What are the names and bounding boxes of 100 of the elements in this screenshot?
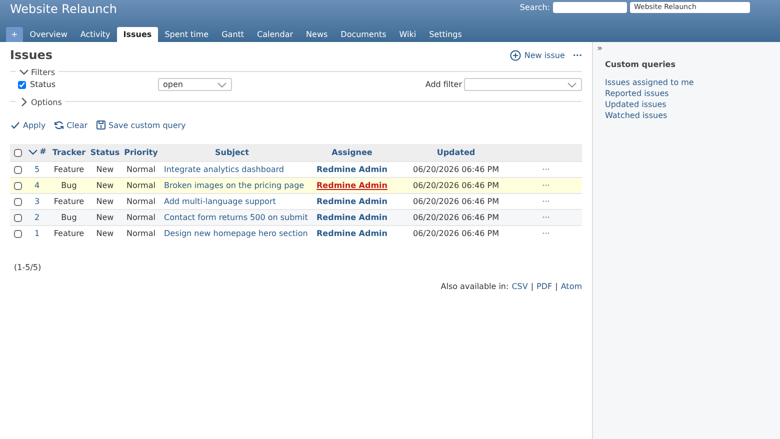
add-filter-label: Add filter <box>425 80 462 89</box>
table-cell: Normal <box>126 165 156 174</box>
table-cell: Normal <box>126 181 156 190</box>
column-header[interactable]: Subject <box>215 148 249 157</box>
sidebar-link[interactable]: Reported issues <box>605 88 776 99</box>
export-link[interactable]: CSV <box>512 282 528 291</box>
row-menu-button[interactable]: ··· <box>542 229 550 238</box>
tab[interactable]: Wiki <box>393 27 422 42</box>
table-cell: 06/20/2026 06:46 PM <box>413 197 499 206</box>
issue-id-link[interactable]: 2 <box>34 213 40 222</box>
tab[interactable]: News <box>300 27 334 42</box>
new-issue-link[interactable]: New issue <box>510 50 565 60</box>
status-select[interactable]: open <box>158 78 232 91</box>
more-menu[interactable]: ··· <box>572 50 582 60</box>
filter-label: Status <box>30 80 56 89</box>
issue-subject-link[interactable]: Broken images on the pricing page <box>164 181 304 190</box>
table-cell: Bug <box>61 213 77 222</box>
status-checkbox[interactable] <box>18 80 26 88</box>
row-menu-button[interactable]: ··· <box>542 181 550 190</box>
fieldset-legend[interactable]: Options <box>16 97 65 107</box>
tab[interactable]: Gantt <box>216 27 250 42</box>
sidebar-toggle[interactable]: » <box>597 45 776 54</box>
assignee-link[interactable]: Redmine Admin <box>316 181 388 190</box>
assignee-link[interactable]: Redmine Admin <box>316 165 388 174</box>
issue-id-link[interactable]: 1 <box>34 229 40 238</box>
clear-link[interactable]: Clear <box>54 120 88 130</box>
search-field[interactable] <box>553 2 627 13</box>
row-checkbox[interactable] <box>14 214 22 222</box>
highlighted-table-row[interactable]: 4 Bug New Normal Broken images on the pricing page Redmine Admin 06/20/2026 06:46 PM ··· <box>10 177 582 193</box>
table-cell: New <box>96 213 114 222</box>
table-cell: New <box>96 197 114 206</box>
save-query-link[interactable]: Save custom query <box>96 120 186 130</box>
row-menu-button[interactable]: ··· <box>542 165 550 174</box>
plus-circle-icon <box>510 50 522 60</box>
apply-link[interactable]: Apply <box>10 120 46 130</box>
sidebar-link[interactable]: Watched issues <box>605 110 776 121</box>
separator: | <box>555 282 558 291</box>
table-cell: New <box>96 165 114 174</box>
table-cell: 06/20/2026 06:46 PM <box>413 213 499 222</box>
column-header[interactable]: Priority <box>124 148 158 157</box>
sidebar-link[interactable]: Updated issues <box>605 99 776 110</box>
row-menu-button[interactable]: ··· <box>542 197 550 206</box>
column-header[interactable]: Updated <box>436 148 476 157</box>
export-link[interactable]: PDF <box>536 282 552 291</box>
search-label: Search: <box>520 2 550 13</box>
table-row[interactable]: 2 Bug New Normal Contact form returns 500 on submit Redmine Admin 06/20/2026 06:46 PM ··· <box>10 209 582 225</box>
chevron-down-icon <box>217 80 227 90</box>
table-cell: 06/20/2026 06:46 PM <box>413 181 499 190</box>
chevron-down-icon <box>567 80 577 90</box>
save-icon <box>96 120 106 130</box>
fieldset-legend[interactable]: Filters <box>16 67 58 77</box>
issue-id-link[interactable]: 4 <box>34 181 40 190</box>
table-cell: 06/20/2026 06:46 PM <box>413 165 499 174</box>
table-cell: 06/20/2026 06:46 PM <box>413 229 499 238</box>
pagination-count: (1-5/5) <box>14 263 42 272</box>
column-header[interactable]: Status <box>90 148 120 157</box>
issue-subject-link[interactable]: Add multi-language support <box>164 197 276 206</box>
sidebar-title: Custom queries <box>605 60 676 69</box>
table-cell: Feature <box>54 229 84 238</box>
table-cell: Feature <box>54 165 84 174</box>
tab[interactable]: Calendar <box>251 27 300 42</box>
table-cell: Normal <box>126 197 156 206</box>
tab[interactable]: Activity <box>74 27 116 42</box>
table-cell: Feature <box>54 197 84 206</box>
tab[interactable]: Documents <box>334 27 392 42</box>
select-all-checkbox[interactable] <box>14 148 22 156</box>
column-header[interactable]: Tracker <box>52 148 86 157</box>
row-menu-button[interactable]: ··· <box>542 213 550 222</box>
export-label: Also available in: <box>440 282 509 291</box>
row-checkbox[interactable] <box>14 198 22 206</box>
check-icon <box>10 120 20 130</box>
assignee-link[interactable]: Redmine Admin <box>316 213 388 222</box>
table-cell: Bug <box>61 181 77 190</box>
assignee-link[interactable]: Redmine Admin <box>316 229 388 238</box>
column-header[interactable]: Assignee <box>332 148 372 157</box>
row-checkbox[interactable] <box>14 230 22 238</box>
tab[interactable]: Spent time <box>158 27 215 42</box>
table-cell: Normal <box>126 213 156 222</box>
tab[interactable]: Overview <box>24 27 74 42</box>
refresh-icon <box>54 120 64 130</box>
issue-subject-link[interactable]: Contact form returns 500 on submit <box>164 213 308 222</box>
export-link[interactable]: Atom <box>560 282 582 291</box>
chevron-down-icon <box>28 146 38 156</box>
table-row[interactable]: 1 Feature New Normal Design new homepage hero section Redmine Admin 06/20/2026 06:46 PM ··· <box>10 225 582 241</box>
row-checkbox[interactable] <box>14 166 22 174</box>
separator: | <box>530 282 534 291</box>
column-header[interactable]: # <box>28 146 46 156</box>
row-checkbox[interactable] <box>14 182 22 190</box>
issue-subject-link[interactable]: Design new homepage hero section <box>164 229 308 238</box>
sidebar-link[interactable]: Issues assigned to me <box>605 77 776 88</box>
issue-subject-link[interactable]: Integrate analytics dashboard <box>164 165 284 174</box>
issue-id-link[interactable]: 5 <box>34 165 40 174</box>
table-cell: New <box>96 229 114 238</box>
assignee-link[interactable]: Redmine Admin <box>316 197 388 206</box>
project-title: Website Relaunch <box>10 2 117 16</box>
tab[interactable]: Settings <box>423 27 468 42</box>
page-title: Issues <box>10 48 53 62</box>
issue-id-link[interactable]: 3 <box>34 197 40 206</box>
table-cell: Normal <box>126 229 156 238</box>
tab[interactable]: Issues <box>117 27 158 42</box>
